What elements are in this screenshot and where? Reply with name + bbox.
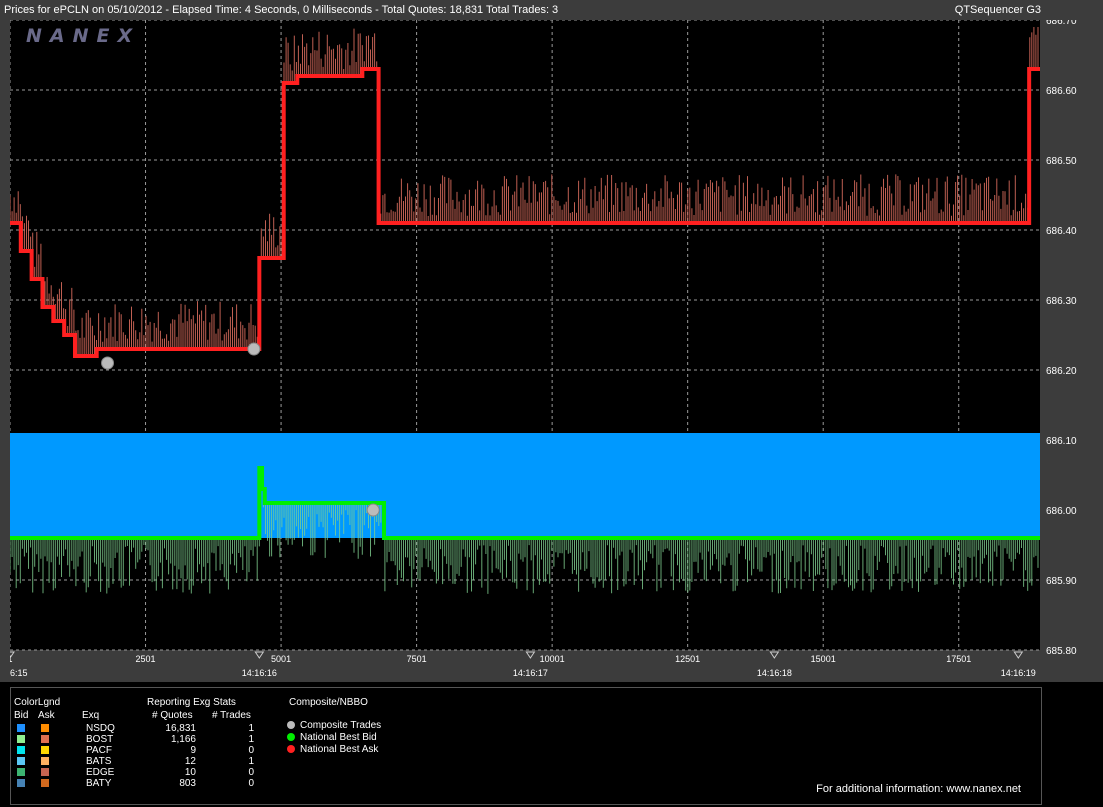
trade-count: 1 [248,723,254,734]
composite-legend-marker [287,745,295,753]
trade-count: 1 [248,756,254,767]
bid-color-swatch [17,768,25,776]
composite-legend-marker [287,721,295,729]
time-label: 14:16:16 [242,668,277,678]
composite-legend-marker [287,733,295,741]
trades-header: # Trades [212,710,251,721]
exchange-header: Exq [82,710,100,721]
y-tick-label: 686.20 [1046,366,1077,377]
bid-header: Bid [14,710,29,721]
trade-count: 0 [248,767,254,778]
quote-count: 12 [184,756,196,767]
quote-count: 10 [184,767,196,778]
quote-count: 16,831 [165,723,196,734]
quote-count: 803 [179,778,196,789]
trade-count: 1 [248,734,254,745]
y-tick-label: 686.30 [1046,296,1077,307]
composite-trade-point [247,342,261,356]
title-bar: Prices for ePCLN on 05/10/2012 - Elapsed… [0,0,1103,21]
y-tick-label: 685.90 [1046,576,1077,587]
time-label: 14:16:15 [10,668,28,678]
composite-trade-point [366,503,380,517]
composite-legend-label: National Best Ask [300,744,379,755]
composite-title: Composite/NBBO [289,697,368,708]
bid-color-swatch [17,779,25,787]
x-tick-label: 10001 [540,654,565,664]
y-tick-label: 686.70 [1046,20,1077,27]
quotes-header: # Quotes [152,710,193,721]
bid-color-swatch [17,735,25,743]
time-marker [525,651,536,659]
chart-title: Prices for ePCLN on 05/10/2012 - Elapsed… [4,4,559,16]
ask-color-swatch [41,757,49,765]
exchange-name: NSDQ [86,723,115,734]
time-marker [254,651,265,659]
ask-color-swatch [41,746,49,754]
app-name: QTSequencer G3 [954,4,1041,16]
footer-info: For additional information: www.nanex.ne… [816,783,1021,795]
x-tick-label: 2501 [136,654,156,664]
x-tick-label: 12501 [675,654,700,664]
y-tick-label: 686.50 [1046,156,1077,167]
y-tick-label: 685.80 [1046,646,1077,657]
price-chart: 686.70 686.60 686.50 686.40 686.30 686.20 686.… [10,20,1077,678]
quote-count: 9 [190,745,196,756]
ask-color-swatch [41,724,49,732]
ask-color-swatch [41,735,49,743]
x-tick-label: 15001 [811,654,836,664]
time-label: 14:16:18 [757,668,792,678]
time-marker [769,651,780,659]
trade-count: 0 [248,778,254,789]
composite-trade-point [101,356,115,370]
color-legend-title: ColorLgnd [14,697,61,708]
x-tick-label: 7501 [407,654,427,664]
time-marker [1013,651,1024,659]
ask-color-swatch [41,779,49,787]
y-tick-label: 686.40 [1046,226,1077,237]
y-tick-label: 686.10 [1046,436,1077,447]
bid-color-swatch [17,757,25,765]
time-label: 14:16:19 [1001,668,1036,678]
time-label: 14:16:17 [513,668,548,678]
ask-color-swatch [41,768,49,776]
exchange-name: BOST [86,734,114,745]
exchange-name: PACF [86,745,112,756]
quote-count: 1,166 [170,734,196,745]
y-tick-label: 686.60 [1046,86,1077,97]
watermark-logo: NANEX [26,25,140,47]
trade-count: 0 [248,745,254,756]
exchange-name: BATS [86,756,112,767]
x-tick-label: 17501 [946,654,971,664]
x-tick-label: 5001 [271,654,291,664]
spread-band [10,433,1040,538]
ask-header: Ask [38,710,55,721]
composite-legend-label: National Best Bid [300,732,377,743]
bid-color-swatch [17,724,25,732]
stats-title: Reporting Exg Stats [147,697,236,708]
exchange-name: EDGE [86,767,115,778]
composite-legend-label: Composite Trades [300,720,382,731]
exchange-name: BATY [86,778,112,789]
y-tick-label: 686.00 [1046,506,1077,517]
bid-color-swatch [17,746,25,754]
